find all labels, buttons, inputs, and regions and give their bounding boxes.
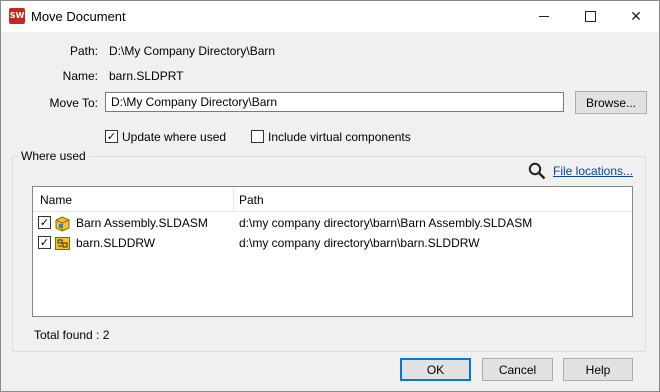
path-value: D:\My Company Directory\Barn	[109, 44, 276, 58]
close-button[interactable]: ✕	[613, 1, 659, 32]
move-document-dialog: SW Move Document ✕ Path: D:\My Company D…	[0, 0, 660, 392]
row-name: barn.SLDDRW	[76, 236, 156, 250]
maximize-icon	[584, 11, 596, 22]
column-divider[interactable]	[233, 187, 234, 211]
move-to-input[interactable]	[105, 92, 564, 112]
help-button[interactable]: Help	[563, 358, 633, 381]
close-icon: ✕	[630, 8, 642, 25]
maximize-button[interactable]	[567, 1, 613, 32]
row-path: d:\my company directory\barn\barn.SLDDRW	[239, 236, 480, 250]
total-found: Total found : 2	[34, 328, 110, 342]
update-where-used-label: Update where used	[122, 130, 227, 144]
include-virtual-checkbox[interactable]	[251, 130, 264, 143]
minimize-button[interactable]	[521, 1, 567, 32]
path-label: Path:	[69, 44, 98, 58]
file-locations-link[interactable]: File locations...	[553, 164, 633, 178]
window-title: Move Document	[31, 9, 126, 24]
assembly-icon	[55, 216, 70, 232]
minimize-icon	[539, 16, 549, 17]
column-header-path[interactable]: Path	[239, 193, 264, 207]
update-where-used-checkbox[interactable]: ✓	[105, 130, 118, 143]
name-label: Name:	[62, 69, 98, 83]
list-row[interactable]: ✓ Barn Assembly.SLDASM d:\my company dir…	[33, 213, 632, 233]
row-name: Barn Assembly.SLDASM	[76, 216, 208, 230]
list-row[interactable]: ✓ barn.SLDDRW d:\my company directory\ba…	[33, 233, 632, 253]
search-icon[interactable]	[528, 162, 546, 180]
where-used-title: Where used	[18, 149, 89, 163]
cancel-button[interactable]: Cancel	[482, 358, 553, 381]
solidworks-app-icon: SW	[9, 8, 25, 24]
include-virtual-label: Include virtual components	[268, 130, 411, 144]
browse-button[interactable]: Browse...	[575, 91, 647, 114]
row-checkbox[interactable]: ✓	[38, 216, 51, 229]
drawing-icon	[55, 237, 70, 250]
row-checkbox[interactable]: ✓	[38, 236, 51, 249]
title-bar: SW Move Document ✕	[1, 1, 659, 32]
row-path: d:\my company directory\barn\Barn Assemb…	[239, 216, 533, 230]
name-value: barn.SLDPRT	[109, 69, 184, 83]
move-to-label: Move To:	[49, 96, 98, 110]
column-header-name[interactable]: Name	[40, 193, 72, 207]
ok-button[interactable]: OK	[400, 358, 471, 381]
where-used-list[interactable]: Name Path ✓ Barn Assembly.SLDASM d:\my c…	[32, 186, 633, 317]
list-header: Name Path	[33, 187, 632, 212]
